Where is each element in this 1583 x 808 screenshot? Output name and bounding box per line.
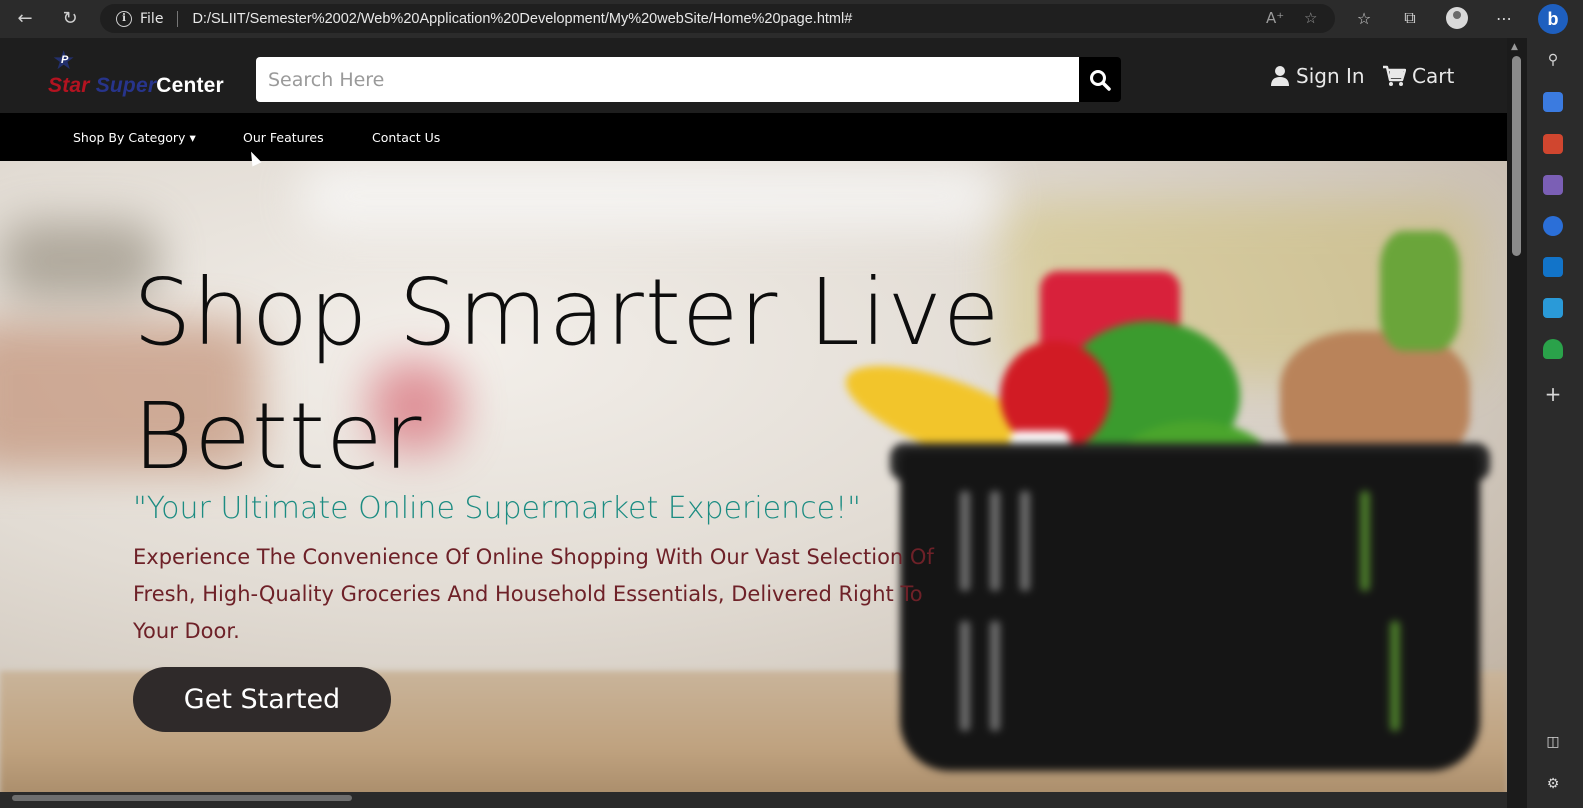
address-separator bbox=[177, 10, 179, 27]
drop-icon[interactable] bbox=[1543, 298, 1563, 318]
user-icon bbox=[1271, 66, 1289, 86]
add-icon[interactable]: + bbox=[1543, 382, 1563, 406]
scroll-up-icon[interactable]: ▲ bbox=[1511, 42, 1518, 52]
horizontal-scroll-thumb[interactable] bbox=[12, 795, 352, 801]
vertical-scroll-thumb[interactable] bbox=[1512, 56, 1521, 256]
browser-toolbar: ← ↻ i File D:/SLIIT/Semester%2002/Web%20… bbox=[0, 0, 1583, 38]
tree-icon[interactable] bbox=[1543, 339, 1563, 359]
back-arrow-icon[interactable]: ← bbox=[12, 5, 38, 31]
hero-title: Shop Smarter Live Better bbox=[133, 259, 1001, 490]
hero-tagline: "Your Ultimate Online Supermarket Experi… bbox=[133, 491, 861, 526]
basket-slot bbox=[1390, 621, 1400, 731]
category-nav: Shop By Category ▾ Our Features Contact … bbox=[0, 113, 1507, 161]
read-aloud-icon[interactable]: A⁺ bbox=[1266, 9, 1284, 27]
nav-our-features[interactable]: Our Features bbox=[243, 130, 324, 145]
more-menu-icon[interactable]: ⋯ bbox=[1492, 6, 1516, 30]
outlook-icon[interactable] bbox=[1543, 257, 1563, 277]
favorites-icon[interactable]: ☆ bbox=[1352, 6, 1376, 30]
get-started-button[interactable]: Get Started bbox=[133, 667, 391, 732]
refresh-icon[interactable]: ↻ bbox=[57, 5, 83, 31]
cart-label: Cart bbox=[1412, 64, 1455, 88]
settings-gear-icon[interactable]: ⚙ bbox=[1543, 774, 1563, 794]
address-scheme-label: File bbox=[140, 10, 164, 27]
produce-pineapple bbox=[1380, 231, 1460, 351]
search-button[interactable] bbox=[1079, 57, 1121, 102]
web-page: ★ P Star SuperCenter Sign In bbox=[0, 38, 1507, 792]
info-icon[interactable]: i bbox=[116, 10, 132, 27]
vertical-scrollbar[interactable]: ▲ bbox=[1507, 38, 1527, 808]
address-bar[interactable]: i File D:/SLIIT/Semester%2002/Web%20Appl… bbox=[100, 4, 1335, 33]
profile-avatar-icon[interactable] bbox=[1446, 7, 1468, 29]
logo-badge-letter: P bbox=[61, 54, 69, 66]
sidebar-toggle-icon[interactable]: ◫ bbox=[1543, 732, 1563, 752]
nav-shop-by-category[interactable]: Shop By Category ▾ bbox=[73, 130, 196, 145]
search-input[interactable] bbox=[256, 57, 1079, 102]
tools-icon[interactable] bbox=[1543, 134, 1563, 154]
games-icon[interactable] bbox=[1543, 175, 1563, 195]
bing-copilot-icon[interactable]: b bbox=[1538, 4, 1568, 34]
horizontal-scrollbar[interactable] bbox=[0, 792, 1507, 808]
site-header: ★ P Star SuperCenter Sign In bbox=[0, 38, 1507, 113]
nav-shop-by-category-label: Shop By Category bbox=[73, 130, 186, 145]
hero-description: Experience The Convenience Of Online Sho… bbox=[133, 545, 934, 643]
search-icon[interactable]: ⚲ bbox=[1543, 50, 1563, 70]
logo-wordmark: Star SuperCenter bbox=[48, 74, 224, 98]
hero-section: Shop Smarter Live Better "Your Ultimate … bbox=[0, 161, 1507, 792]
collections-icon[interactable]: ⧉ bbox=[1398, 6, 1422, 30]
shopping-tag-icon[interactable] bbox=[1543, 92, 1563, 112]
search-bar bbox=[256, 57, 1121, 102]
basket-slot bbox=[990, 491, 1000, 591]
cart-icon bbox=[1383, 65, 1406, 86]
site-logo[interactable]: ★ P Star SuperCenter bbox=[44, 46, 244, 106]
address-url[interactable]: D:/SLIIT/Semester%2002/Web%20Application… bbox=[192, 11, 852, 27]
sign-in-label: Sign In bbox=[1296, 64, 1365, 88]
background-light-blur bbox=[300, 161, 1000, 231]
basket-slot bbox=[1020, 491, 1030, 591]
logo-word-center: Center bbox=[156, 74, 224, 97]
basket-body bbox=[900, 451, 1480, 771]
nav-contact-us[interactable]: Contact Us bbox=[372, 130, 440, 145]
edge-sidebar: ⚲ + ◫ ⚙ bbox=[1527, 38, 1583, 808]
logo-word-star: Star bbox=[48, 74, 96, 97]
logo-word-super: Super bbox=[95, 74, 157, 97]
search-icon bbox=[1090, 69, 1111, 91]
sign-in-link[interactable]: Sign In bbox=[1270, 64, 1365, 88]
copilot-icon[interactable] bbox=[1543, 216, 1563, 236]
add-favorite-icon[interactable]: ☆ bbox=[1304, 9, 1317, 27]
caret-down-icon: ▾ bbox=[189, 130, 196, 145]
cart-link[interactable]: Cart bbox=[1382, 64, 1454, 88]
basket-slot bbox=[990, 621, 1000, 731]
basket-slot bbox=[1360, 491, 1370, 591]
